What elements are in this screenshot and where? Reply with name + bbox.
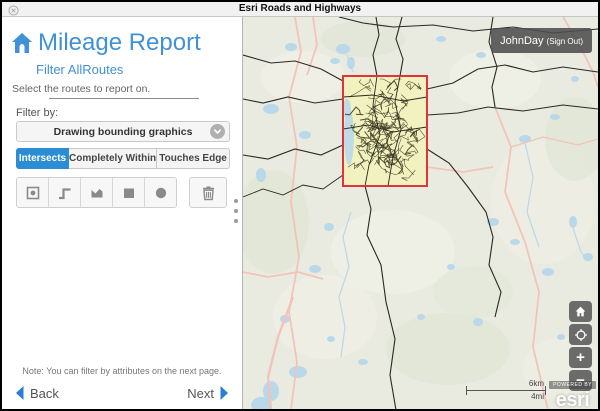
panel-drag-handle[interactable] <box>233 193 239 229</box>
circle-icon <box>153 185 169 201</box>
home-icon <box>574 305 587 318</box>
tab-touches-edge[interactable]: Touches Edge <box>157 148 230 169</box>
chevron-left-icon <box>14 385 25 401</box>
chevron-right-icon <box>219 385 230 401</box>
user-name: JohnDay <box>500 35 543 47</box>
filter-by-label: Filter by: <box>16 107 58 119</box>
delete-graphics-button[interactable] <box>189 177 227 208</box>
scale-imperial-label: 4mi <box>531 392 544 401</box>
polyline-icon <box>57 185 73 201</box>
app-window: Esri Roads and Highways Mileage Report F… <box>0 0 600 411</box>
instruction-text: Select the routes to report on. <box>12 83 150 95</box>
draw-point-button[interactable] <box>17 178 49 207</box>
draw-rectangle-button[interactable] <box>113 178 145 207</box>
map-container: JohnDay(Sign Out) + − 6km <box>243 17 598 409</box>
window-titlebar: Esri Roads and Highways <box>2 2 598 17</box>
tab-intersects[interactable]: Intersects <box>16 148 69 169</box>
next-label: Next <box>187 386 214 401</box>
zoom-in-button[interactable]: + <box>569 347 592 368</box>
point-icon <box>25 185 41 201</box>
map-canvas[interactable] <box>243 17 598 409</box>
filter-allroutes-link[interactable]: Filter AllRoutes <box>36 62 123 77</box>
back-button[interactable]: Back <box>14 385 64 401</box>
esri-attribution: POWERED BY esri <box>549 373 596 409</box>
home-extent-button[interactable] <box>569 301 592 322</box>
dropdown-selected-value: Drawing bounding graphics <box>54 126 193 138</box>
powered-by-label: POWERED BY <box>549 381 596 389</box>
page-title: Mileage Report <box>38 29 201 57</box>
chevron-down-icon[interactable] <box>210 124 225 139</box>
user-sign-out-button[interactable]: JohnDay (Sign Out) <box>491 28 592 53</box>
draw-polygon-button[interactable] <box>81 178 113 207</box>
esri-logo: esri <box>549 391 596 409</box>
route-field-underline <box>49 98 199 99</box>
mileage-report-panel: Mileage Report Filter AllRoutes Select t… <box>2 17 243 409</box>
tab-completely-within[interactable]: Completely Within <box>69 148 157 169</box>
draw-toolbar <box>16 177 227 208</box>
selection-graphic <box>343 76 427 186</box>
scale-bar: 6km 4mi <box>466 381 546 403</box>
locate-icon <box>574 328 588 342</box>
filter-method-dropdown[interactable]: Drawing bounding graphics <box>16 121 230 142</box>
window-title: Esri Roads and Highways <box>2 3 598 14</box>
rectangle-icon <box>121 185 137 201</box>
wizard-nav: Back Next <box>2 385 242 401</box>
home-icon <box>10 32 34 54</box>
draw-circle-button[interactable] <box>145 178 176 207</box>
trash-icon <box>201 185 216 201</box>
sign-out-label: (Sign Out) <box>547 37 583 46</box>
draw-polyline-button[interactable] <box>49 178 81 207</box>
spatial-relation-tabs: Intersects Completely Within Touches Edg… <box>16 148 230 169</box>
note-text: Note: You can filter by attributes on th… <box>2 366 242 376</box>
locate-button[interactable] <box>569 324 592 345</box>
next-button[interactable]: Next <box>182 385 230 401</box>
back-label: Back <box>30 386 59 401</box>
polygon-icon <box>89 185 105 201</box>
scale-metric-label: 6km <box>529 379 544 388</box>
